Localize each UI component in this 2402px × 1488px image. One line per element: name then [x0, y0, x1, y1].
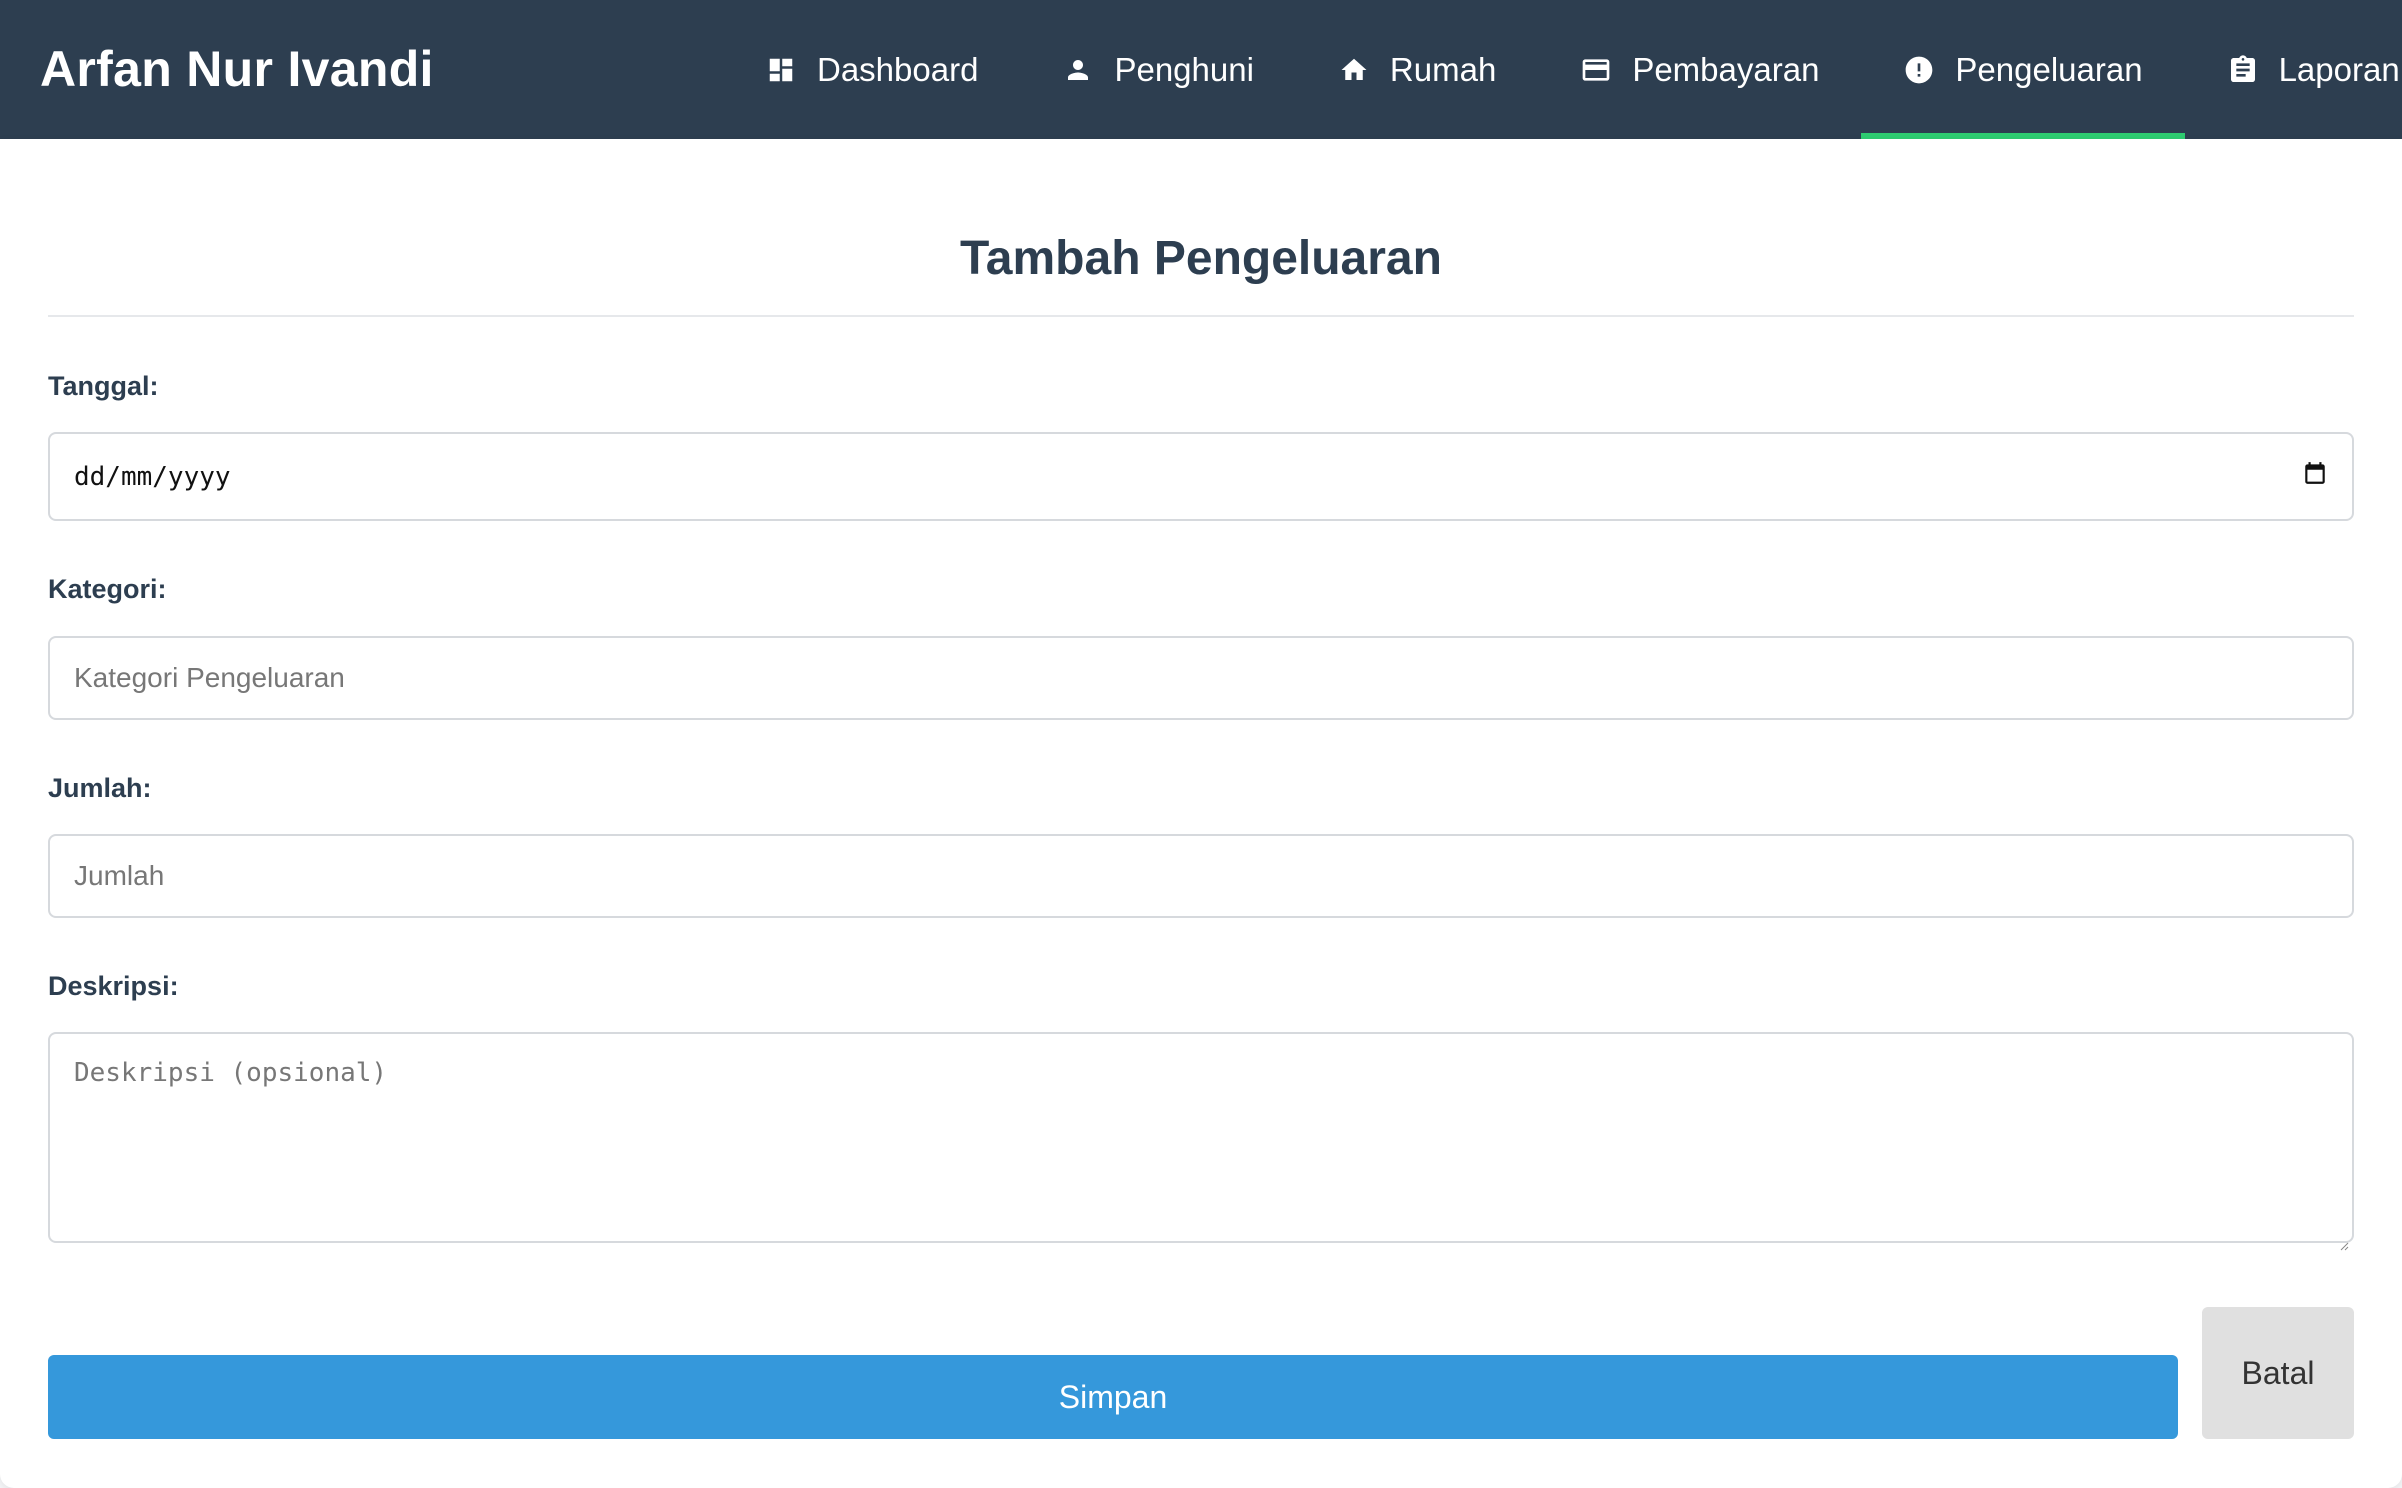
main-nav: Dashboard Penghuni Rumah Pembayaran Peng… [723, 0, 2402, 139]
dashboard-icon [765, 54, 797, 86]
kategori-label: Kategori: [48, 574, 167, 604]
nav-item-rumah[interactable]: Rumah [1296, 0, 1538, 139]
save-button[interactable]: Simpan [48, 1355, 2178, 1439]
nav-item-penghuni[interactable]: Penghuni [1020, 0, 1295, 139]
nav-item-dashboard[interactable]: Dashboard [723, 0, 1020, 139]
form-card: Tambah Pengeluaran Tanggal: dd/mm/yyyy K… [0, 139, 2402, 1488]
kategori-input[interactable]: Kategori Pengeluaran [48, 636, 2354, 720]
resize-grip-icon[interactable] [2339, 1228, 2349, 1251]
tanggal-label: Tanggal: [48, 371, 159, 401]
nav-label-laporan: Laporan [2278, 50, 2400, 88]
clipboard-icon [2227, 54, 2259, 86]
nav-label-pembayaran: Pembayaran [1632, 50, 1820, 88]
nav-label-penghuni: Penghuni [1114, 50, 1254, 88]
page-title: Tambah Pengeluaran [960, 232, 1442, 285]
calendar-icon[interactable] [2302, 459, 2328, 494]
home-icon [1338, 54, 1370, 86]
alert-circle-icon [1903, 54, 1935, 86]
nav-label-dashboard: Dashboard [817, 50, 979, 88]
tanggal-input[interactable]: dd/mm/yyyy [48, 432, 2354, 521]
nav-item-pembayaran[interactable]: Pembayaran [1538, 0, 1861, 139]
brand-title[interactable]: Arfan Nur Ivandi [40, 40, 434, 98]
kategori-placeholder: Kategori Pengeluaran [74, 662, 345, 693]
jumlah-label: Jumlah: [48, 773, 152, 803]
nav-item-laporan[interactable]: Laporan [2185, 0, 2402, 139]
nav-item-pengeluaran[interactable]: Pengeluaran [1861, 0, 2185, 139]
nav-label-pengeluaran: Pengeluaran [1955, 50, 2143, 88]
credit-card-icon [1580, 54, 1612, 86]
deskripsi-label: Deskripsi: [48, 971, 179, 1001]
person-icon [1062, 54, 1094, 86]
jumlah-placeholder: Jumlah [74, 860, 165, 891]
nav-label-rumah: Rumah [1389, 50, 1497, 88]
deskripsi-placeholder: Deskripsi (opsional) [74, 1058, 388, 1088]
tanggal-placeholder: dd/mm/yyyy [74, 461, 231, 492]
title-divider [48, 315, 2354, 317]
deskripsi-textarea[interactable]: Deskripsi (opsional) [48, 1032, 2354, 1251]
top-navbar: Arfan Nur Ivandi Dashboard Penghuni Ruma… [0, 0, 2402, 139]
cancel-button[interactable]: Batal [2202, 1307, 2354, 1439]
jumlah-input[interactable]: Jumlah [48, 834, 2354, 918]
